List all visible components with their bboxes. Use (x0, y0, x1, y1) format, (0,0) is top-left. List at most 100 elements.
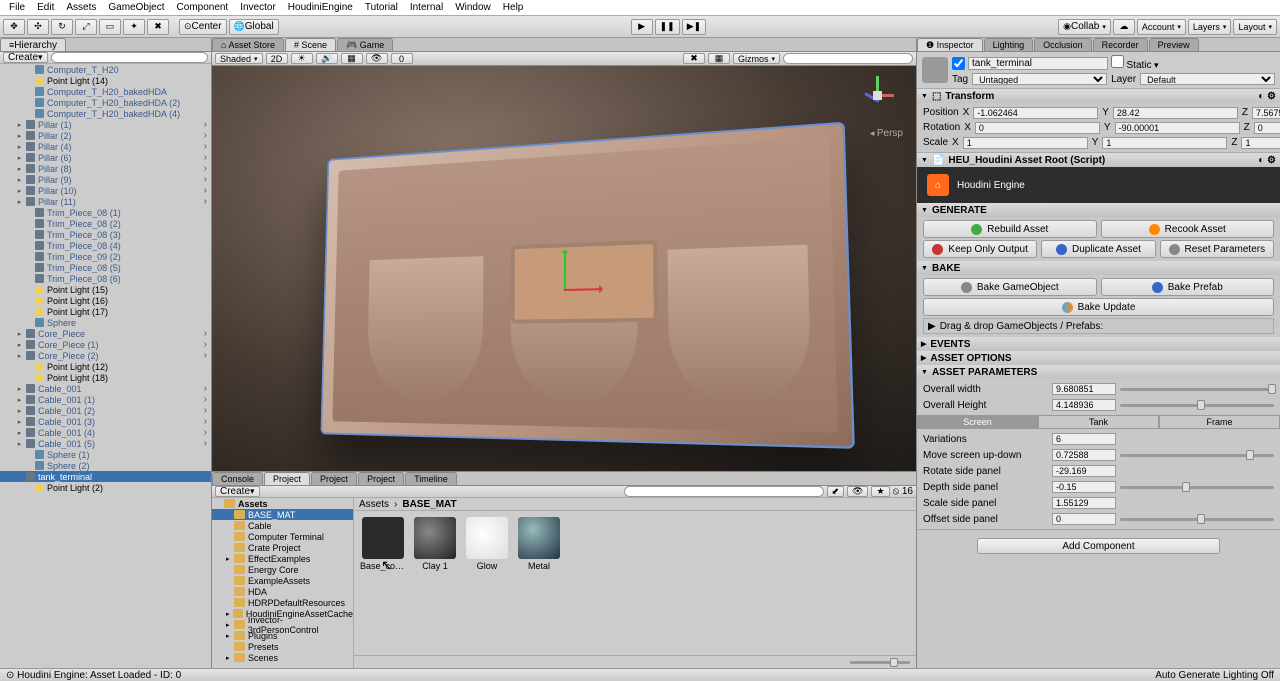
breadcrumb-part[interactable]: Assets (359, 499, 389, 510)
hierarchy-item[interactable]: ▸Core_Piece (1)› (0, 339, 211, 350)
reset-params-button[interactable]: Reset Parameters (1160, 240, 1274, 258)
project-search[interactable] (624, 486, 824, 497)
scene-viewport[interactable]: ◂ Persp (212, 66, 916, 471)
folder-item[interactable]: Crate Project (212, 542, 353, 553)
hierarchy-item[interactable]: Point Light (18) (0, 372, 211, 383)
rot-x[interactable] (975, 122, 1100, 134)
rot-y[interactable] (1115, 122, 1240, 134)
param-slider[interactable] (1120, 404, 1274, 407)
tab-preview[interactable]: Preview (1149, 38, 1199, 51)
menu-internal[interactable]: Internal (404, 2, 449, 13)
asset-grid[interactable]: Base_color...Clay 1GlowMetal (354, 511, 916, 655)
object-name-field[interactable] (968, 57, 1108, 70)
hierarchy-item[interactable]: ▸Pillar (11)› (0, 196, 211, 207)
tab-project-3[interactable]: Project (358, 472, 404, 485)
hierarchy-item[interactable]: Trim_Piece_08 (4) (0, 240, 211, 251)
tab-hierarchy[interactable]: ≡ Hierarchy (0, 38, 66, 51)
folder-item[interactable]: ▸Scenes (212, 652, 353, 663)
orientation-gizmo[interactable] (858, 76, 898, 116)
hierarchy-item[interactable]: Computer_T_H20_bakedHDA (4) (0, 108, 211, 119)
hierarchy-item[interactable]: Trim_Piece_08 (5) (0, 262, 211, 273)
duplicate-asset-button[interactable]: Duplicate Asset (1041, 240, 1155, 258)
scene-vis-icon[interactable]: 👁 (366, 53, 388, 64)
scene-opt[interactable]: 0 (391, 53, 413, 64)
bake-gameobject-button[interactable]: Bake GameObject (923, 278, 1097, 296)
light-icon[interactable]: ☀ (291, 53, 313, 64)
asset-item[interactable]: Glow (464, 517, 510, 571)
hierarchy-item[interactable]: ▸Pillar (9)› (0, 174, 211, 185)
hierarchy-item[interactable]: Point Light (12) (0, 361, 211, 372)
hierarchy-item[interactable]: Sphere (1) (0, 449, 211, 460)
tab-timeline-4[interactable]: Timeline (405, 472, 457, 485)
hierarchy-item[interactable]: ▸Pillar (1)› (0, 119, 211, 130)
hand-tool[interactable]: ✥ (3, 19, 25, 35)
param-field[interactable] (1052, 497, 1116, 509)
menu-window[interactable]: Window (449, 2, 497, 13)
recook-asset-button[interactable]: Recook Asset (1101, 220, 1275, 238)
tab-inspector[interactable]: ❶ Inspector (917, 38, 983, 51)
param-field[interactable] (1052, 383, 1116, 395)
account-dropdown[interactable]: Account (1137, 19, 1186, 35)
scene-search[interactable] (783, 53, 913, 64)
rot-z[interactable] (1254, 122, 1280, 134)
hierarchy-item[interactable]: Trim_Piece_08 (2) (0, 218, 211, 229)
param-slider[interactable] (1120, 454, 1274, 457)
asset-item[interactable]: Metal (516, 517, 562, 571)
transform-header[interactable]: ▼⬚ Transform◐ ⚙ (917, 89, 1280, 103)
cloud-button[interactable]: ☁ (1113, 19, 1135, 35)
script-header[interactable]: ▼📄 HEU_Houdini Asset Root (Script)◐ ⚙ (917, 153, 1280, 167)
gameobject-icon[interactable] (922, 57, 948, 83)
hierarchy-item[interactable]: Point Light (15) (0, 284, 211, 295)
persp-label[interactable]: ◂ Persp (870, 128, 903, 139)
folder-item[interactable]: Computer Terminal (212, 531, 353, 542)
param-field[interactable] (1052, 399, 1116, 411)
param-slider[interactable] (1120, 486, 1274, 489)
thumbnail-slider[interactable] (850, 661, 910, 664)
hierarchy-item[interactable]: Trim_Piece_09 (2) (0, 251, 211, 262)
layout-dropdown[interactable]: Layout (1233, 19, 1277, 35)
collab-dropdown[interactable]: ◉ Collab (1058, 19, 1111, 35)
tab-lighting[interactable]: Lighting (984, 38, 1034, 51)
breadcrumb-part[interactable]: BASE_MAT (402, 499, 456, 510)
bake-prefab-button[interactable]: Bake Prefab (1101, 278, 1275, 296)
fx-icon[interactable]: ▦ (341, 53, 363, 64)
asset-item[interactable]: Clay 1 (412, 517, 458, 571)
hierarchy-item[interactable]: ▸Pillar (10)› (0, 185, 211, 196)
hierarchy-item[interactable]: Point Light (17) (0, 306, 211, 317)
generate-header[interactable]: ▼GENERATE (917, 203, 1280, 217)
keep-output-button[interactable]: Keep Only Output (923, 240, 1037, 258)
tab-occlusion[interactable]: Occlusion (1034, 38, 1092, 51)
subtab-tank[interactable]: Tank (1038, 415, 1159, 429)
space-toggle[interactable]: 🌐 Global (229, 19, 279, 35)
gizmos-dropdown[interactable]: Gizmos (733, 53, 780, 64)
hierarchy-item[interactable]: ▸Core_Piece (2)› (0, 350, 211, 361)
hierarchy-item[interactable]: Computer_T_H20_bakedHDA (0, 86, 211, 97)
asset-item[interactable]: Base_color... (360, 517, 406, 571)
folder-item[interactable]: Presets (212, 641, 353, 652)
asset-params-header[interactable]: ▼ASSET PARAMETERS (917, 365, 1280, 379)
scl-z[interactable] (1241, 137, 1280, 149)
param-slider[interactable] (1120, 388, 1274, 391)
param-field[interactable] (1052, 481, 1116, 493)
folder-item[interactable]: HDA (212, 586, 353, 597)
step-button[interactable]: ▶❚ (682, 19, 706, 35)
asset-options-header[interactable]: ▶ASSET OPTIONS (917, 351, 1280, 365)
scale-tool[interactable]: ⤢ (75, 19, 97, 35)
folder-item[interactable]: Energy Core (212, 564, 353, 575)
bake-update-button[interactable]: Bake Update (923, 298, 1274, 316)
param-field[interactable] (1052, 513, 1116, 525)
menu-assets[interactable]: Assets (60, 2, 102, 13)
subtab-screen[interactable]: Screen (917, 415, 1038, 429)
pos-y[interactable] (1113, 107, 1238, 119)
hierarchy-item[interactable]: ▸Cable_001 (1)› (0, 394, 211, 405)
hierarchy-item[interactable]: Trim_Piece_08 (1) (0, 207, 211, 218)
tab-game[interactable]: 🎮 Game (337, 38, 393, 51)
hierarchy-item[interactable]: tank_terminal (0, 471, 211, 482)
hierarchy-item[interactable]: Computer_T_H20_bakedHDA (2) (0, 97, 211, 108)
folder-item[interactable]: BASE_MAT (212, 509, 353, 520)
add-component-button[interactable]: Add Component (977, 538, 1220, 554)
scene-cam-icon[interactable]: ✖ (683, 53, 705, 64)
scl-x[interactable] (963, 137, 1088, 149)
menu-help[interactable]: Help (497, 2, 530, 13)
project-create[interactable]: Create ▾ (215, 486, 260, 497)
